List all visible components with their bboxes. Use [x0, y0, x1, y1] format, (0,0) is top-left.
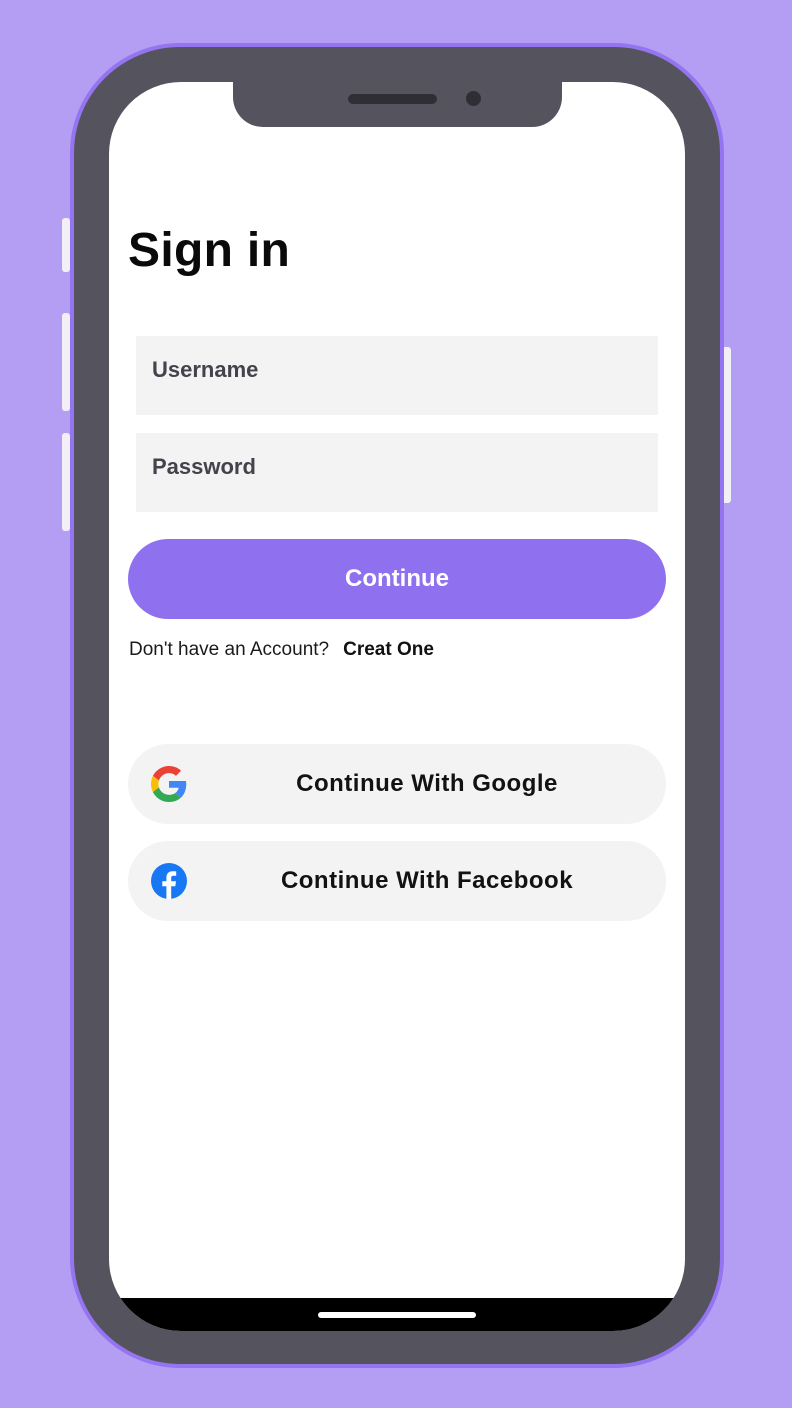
- google-icon: [151, 766, 187, 802]
- volume-down-button: [62, 433, 70, 531]
- facebook-button-label: Continue With Facebook: [280, 867, 574, 894]
- front-camera: [466, 91, 481, 106]
- signup-prompt: Don't have an Account?: [129, 639, 330, 660]
- home-indicator[interactable]: [318, 1312, 476, 1318]
- phone-screen: Sign in Continue Don't have an Account? C…: [109, 82, 685, 1331]
- continue-with-facebook-button[interactable]: Continue With Facebook: [128, 841, 666, 921]
- volume-up-button: [62, 313, 70, 411]
- facebook-icon: [151, 863, 187, 899]
- page-title: Sign in: [128, 224, 291, 277]
- continue-button[interactable]: Continue: [128, 539, 666, 619]
- password-field[interactable]: [136, 433, 658, 512]
- silent-switch: [62, 218, 70, 272]
- speaker-grille: [348, 94, 437, 104]
- signup-row: Don't have an Account? Creat One: [129, 638, 434, 662]
- username-field[interactable]: [136, 336, 658, 415]
- create-account-link[interactable]: Creat One: [343, 639, 434, 660]
- stage: Sign in Continue Don't have an Account? C…: [0, 0, 792, 1408]
- google-button-label: Continue With Google: [296, 770, 558, 797]
- continue-with-google-button[interactable]: Continue With Google: [128, 744, 666, 824]
- home-bar-area: [109, 1298, 685, 1331]
- notch: [233, 82, 562, 127]
